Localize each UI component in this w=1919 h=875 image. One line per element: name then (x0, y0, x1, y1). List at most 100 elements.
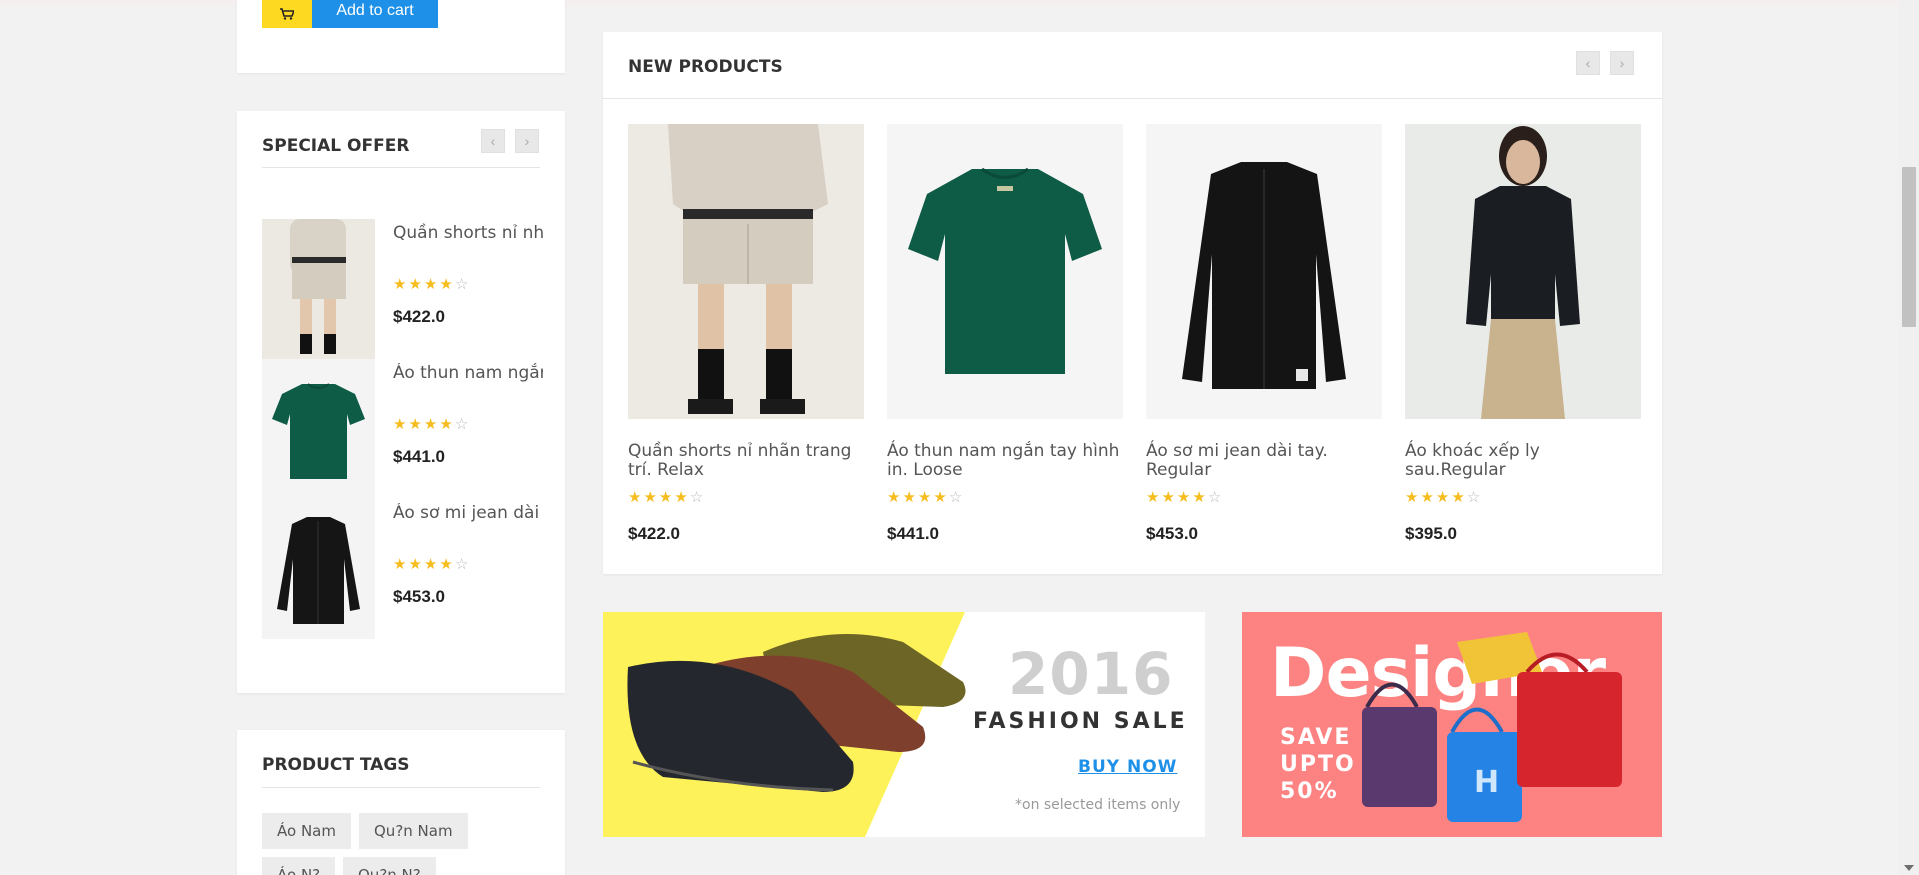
star-icon: ★ (1146, 489, 1160, 506)
product-card[interactable]: Quần shorts nỉ nhãn trang trí. Relax ★ ★ ★… (628, 124, 864, 544)
banner-year: 2016 (1008, 640, 1174, 708)
special-offer-panel: SPECIAL OFFER ‹ › Quần shorts nỉ nhãn tr… (237, 111, 565, 693)
product-tags-title: PRODUCT TAGS (262, 755, 410, 775)
product-price: $422.0 (628, 524, 680, 543)
tag-ao-nam[interactable]: Áo Nam (262, 813, 351, 849)
star-icon: ★ (887, 489, 901, 506)
star-rating: ★ ★ ★ ★ ☆ (887, 490, 1123, 506)
divider (262, 787, 540, 788)
page-scrollbar[interactable] (1899, 0, 1919, 875)
star-empty-icon: ☆ (1207, 489, 1222, 506)
add-to-cart-button[interactable]: Add to cart (262, 0, 438, 28)
promo-line: 50% (1280, 779, 1339, 804)
star-rating: ★ ★ ★ ★ ☆ (628, 490, 864, 506)
star-icon: ★ (1161, 489, 1175, 506)
star-empty-icon: ☆ (454, 276, 469, 293)
star-icon: ★ (423, 556, 438, 573)
product-thumbnail[interactable] (262, 219, 375, 359)
product-image[interactable] (1146, 124, 1382, 419)
star-icon: ★ (658, 489, 673, 506)
product-title[interactable]: Áo khoác xếp ly sau.Regular (1405, 442, 1641, 480)
tag-ao-nu[interactable]: Áo N? (262, 857, 336, 875)
divider (262, 167, 540, 168)
product-title[interactable]: Áo thun nam ngắn tay hình in. Loose (887, 442, 1123, 480)
star-icon: ★ (933, 489, 947, 506)
scroll-down-arrow-icon[interactable] (1904, 865, 1914, 871)
next-arrow-button[interactable]: › (515, 129, 539, 153)
product-title[interactable]: Áo sơ mi jean dài tay. Regular (1146, 442, 1382, 480)
special-offer-item[interactable]: Áo thun nam ngắn tay hình in. Loose ★★★★… (262, 359, 552, 499)
star-icon: ★ (902, 489, 916, 506)
fashion-sale-banner[interactable]: 2016 FASHION SALE BUY NOW *on selected i… (603, 612, 1205, 837)
designer-bags-banner[interactable]: Designer H SAVE UPTO 50% (1242, 612, 1662, 837)
star-icon: ★ (674, 489, 688, 506)
star-icon: ★ (393, 276, 407, 293)
new-products-panel: NEW PRODUCTS ‹ › Quần shorts nỉ nhãn tra… (603, 32, 1662, 574)
product-card[interactable]: Áo thun nam ngắn tay hình in. Loose ★ ★ ★ ★… (887, 124, 1123, 544)
tag-quan-nu[interactable]: Qu?n N? (343, 857, 436, 875)
product-title[interactable]: Quần shorts nỉ nhãn trang trí. Relax (393, 223, 543, 243)
star-icon: ★ (1451, 489, 1465, 506)
product-card[interactable]: Áo khoác xếp ly sau.Regular ★ ★ ★ ★ ☆ $395.0 (1405, 124, 1641, 544)
new-products-nav: ‹ › (1576, 51, 1634, 75)
product-price: $453.0 (1146, 524, 1198, 543)
product-image[interactable] (628, 124, 864, 419)
star-icon: ★ (393, 556, 407, 573)
banner-note: *on selected items only (1015, 797, 1181, 813)
product-price: $422.0 (393, 307, 445, 326)
prev-arrow-button[interactable]: ‹ (1576, 51, 1600, 75)
svg-text:H: H (1474, 765, 1499, 800)
product-thumbnail[interactable] (262, 359, 375, 499)
product-title[interactable]: Quần shorts nỉ nhãn trang trí. Relax (628, 442, 864, 480)
product-thumbnail[interactable] (262, 499, 375, 639)
star-icon: ★ (628, 489, 642, 506)
promo-text: SAVE UPTO 50% (1280, 724, 1356, 805)
star-icon: ★ (408, 556, 422, 573)
star-rating: ★ ★ ★ ★ ☆ (393, 277, 468, 293)
star-rating: ★ ★ ★ ★ ☆ (393, 557, 468, 573)
tag-quan-nam[interactable]: Qu?n Nam (359, 813, 468, 849)
next-arrow-button[interactable]: › (1610, 51, 1634, 75)
product-title[interactable]: Áo thun nam ngắn tay hình in. Loose (393, 363, 543, 383)
star-icon: ★ (439, 276, 453, 293)
star-icon: ★ (1176, 489, 1191, 506)
promo-line: SAVE (1280, 725, 1352, 750)
star-icon: ★ (408, 416, 422, 433)
star-icon: ★ (1192, 489, 1206, 506)
scrollbar-thumb[interactable] (1902, 167, 1916, 327)
product-card[interactable]: Áo sơ mi jean dài tay. Regular ★ ★ ★ ★ ☆ $45… (1146, 124, 1382, 544)
prev-arrow-button[interactable]: ‹ (481, 129, 505, 153)
star-icon: ★ (643, 489, 657, 506)
star-empty-icon: ☆ (454, 556, 469, 573)
product-image[interactable] (1405, 124, 1641, 419)
star-icon: ★ (439, 416, 453, 433)
banner-headline: FASHION SALE (973, 709, 1188, 734)
star-empty-icon: ☆ (689, 489, 704, 506)
cart-icon (262, 0, 312, 28)
star-rating: ★ ★ ★ ★ ☆ (1146, 490, 1382, 506)
star-empty-icon: ☆ (454, 416, 469, 433)
star-icon: ★ (439, 556, 453, 573)
star-rating: ★ ★ ★ ★ ☆ (393, 417, 468, 433)
divider (603, 98, 1662, 99)
star-icon: ★ (1405, 489, 1419, 506)
special-offer-nav: ‹ › (481, 129, 539, 153)
buy-now-link[interactable]: BUY NOW (1078, 757, 1177, 777)
special-offer-title: SPECIAL OFFER (262, 136, 410, 156)
special-offer-item[interactable]: Quần shorts nỉ nhãn trang trí. Relax ★★★… (262, 219, 552, 359)
special-offer-item[interactable]: Áo sơ mi jean dài tay. Regular ★★★★☆ $45… (262, 499, 552, 639)
product-price: $441.0 (393, 447, 445, 466)
product-title[interactable]: Áo sơ mi jean dài tay. Regular (393, 503, 543, 523)
chevron-left-icon: ‹ (1585, 55, 1591, 71)
star-rating: ★ ★ ★ ★ ☆ (1405, 490, 1641, 506)
star-icon: ★ (1435, 489, 1450, 506)
star-icon: ★ (423, 416, 438, 433)
product-image[interactable] (887, 124, 1123, 419)
product-price: $453.0 (393, 587, 445, 606)
star-icon: ★ (1420, 489, 1434, 506)
star-empty-icon: ☆ (948, 489, 963, 506)
product-price: $395.0 (1405, 524, 1457, 543)
new-products-title: NEW PRODUCTS (628, 57, 783, 77)
chevron-right-icon: › (524, 133, 530, 149)
add-to-cart-label: Add to cart (312, 0, 438, 28)
